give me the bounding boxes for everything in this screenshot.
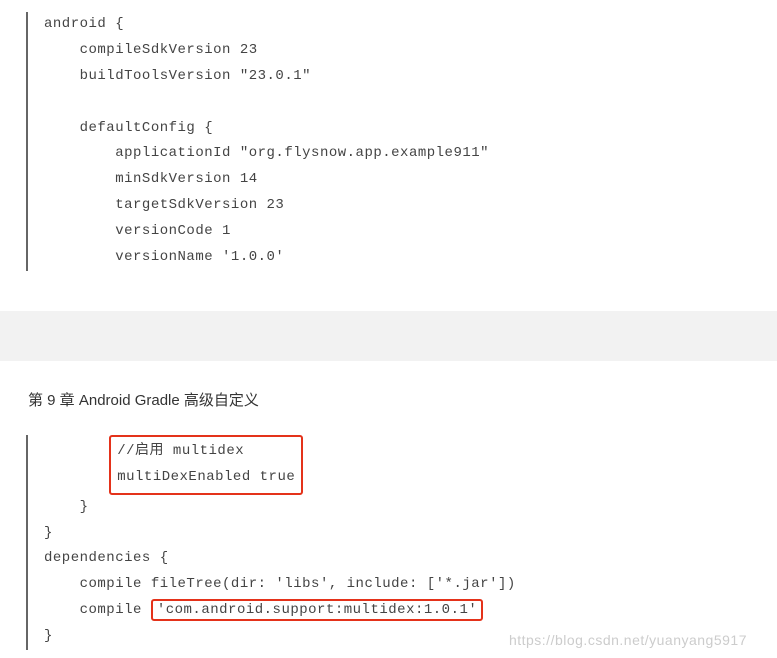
highlight-box-dependency: 'com.android.support:multidex:1.0.1'	[151, 599, 483, 621]
code-line: minSdkVersion 14	[44, 171, 258, 187]
code-line: applicationId "org.flysnow.app.example91…	[44, 145, 489, 161]
code-line: }	[44, 525, 53, 541]
code-text: compile	[44, 602, 151, 618]
chapter-heading: 第 9 章 Android Gradle 高级自定义	[28, 379, 757, 410]
code-line: versionCode 1	[44, 223, 231, 239]
code-line: compile fileTree(dir: 'libs', include: […	[44, 576, 516, 592]
code-section-2: 第 9 章 Android Gradle 高级自定义 //启用 multidex…	[0, 361, 777, 658]
page-gap	[0, 311, 777, 361]
code-line: compile 'com.android.support:multidex:1.…	[44, 599, 483, 621]
code-line: }	[44, 499, 89, 515]
watermark-text: https://blog.csdn.net/yuanyang5917	[20, 632, 757, 648]
code-line: multiDexEnabled true	[117, 469, 295, 485]
code-section-1: android { compileSdkVersion 23 buildTool…	[0, 0, 777, 311]
code-line: targetSdkVersion 23	[44, 197, 284, 213]
code-line: defaultConfig {	[44, 120, 213, 136]
code-line: compileSdkVersion 23	[44, 42, 258, 58]
code-line: versionName '1.0.0'	[44, 249, 284, 265]
code-line: buildToolsVersion "23.0.1"	[44, 68, 311, 84]
indent-spacer	[44, 469, 115, 485]
code-line: android {	[44, 16, 124, 32]
code-block-2: //启用 multidex multiDexEnabled true } } de…	[26, 435, 757, 650]
code-block-1: android { compileSdkVersion 23 buildTool…	[26, 12, 757, 271]
code-line: //启用 multidex	[117, 443, 244, 459]
code-line: dependencies {	[44, 550, 169, 566]
highlight-box-multidex: //启用 multidex multiDexEnabled true	[109, 435, 303, 495]
